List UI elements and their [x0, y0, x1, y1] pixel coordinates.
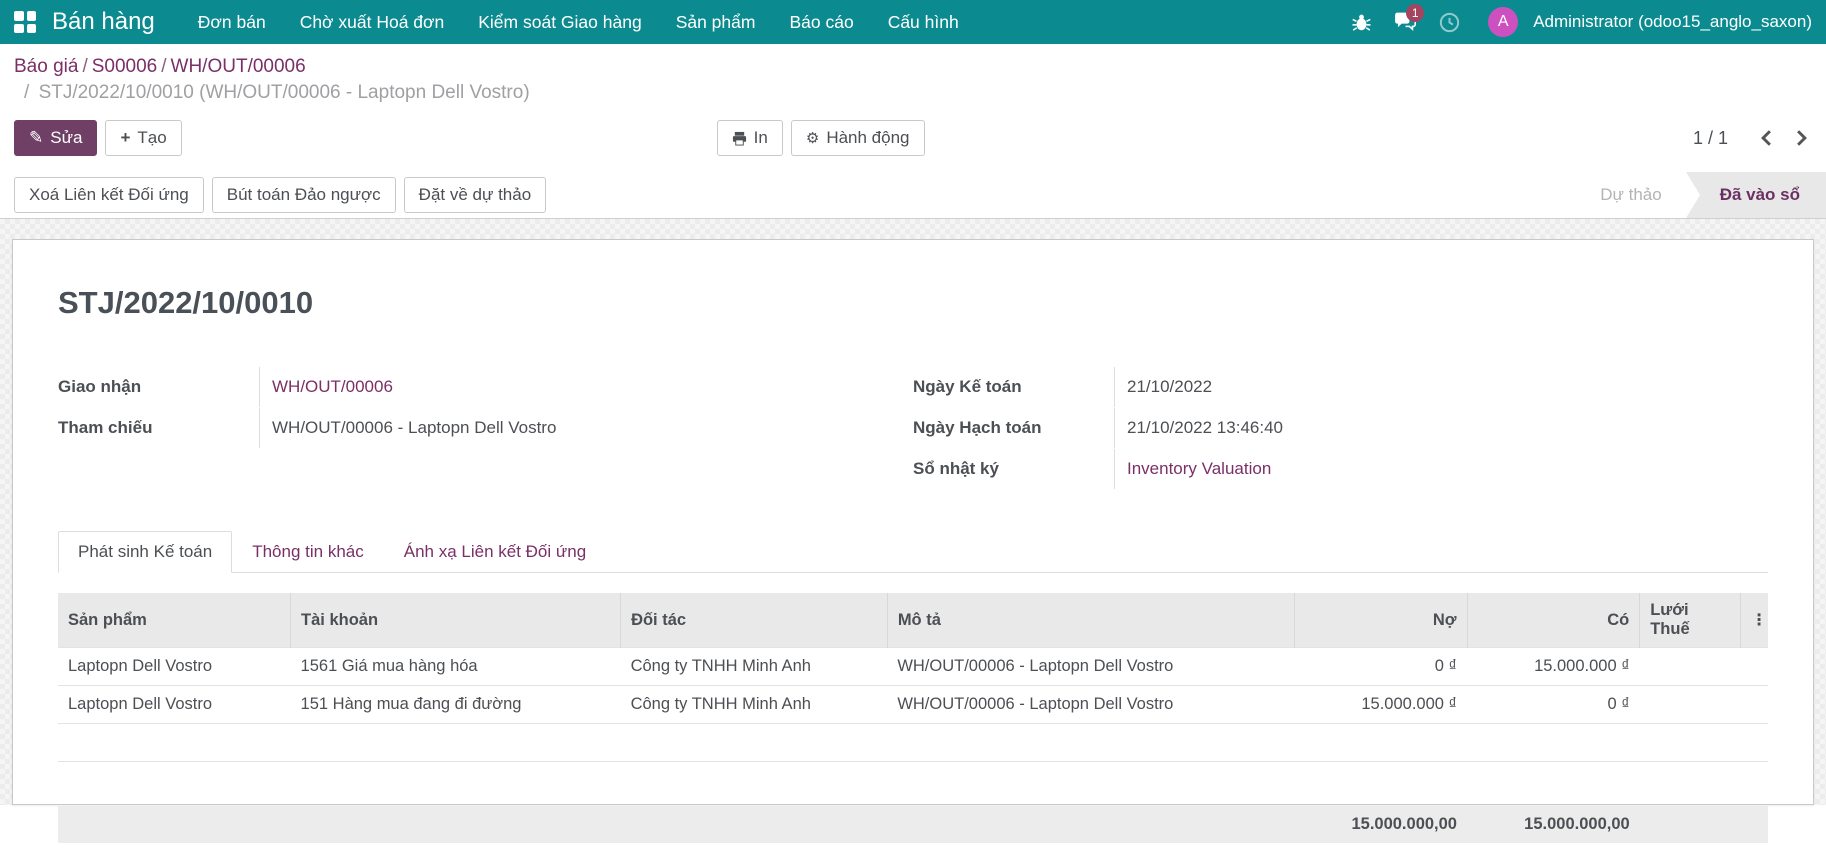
pager-previous-icon[interactable] — [1756, 125, 1777, 151]
form-view-background: STJ/2022/10/0010 Giao nhận WH/OUT/00006 … — [0, 219, 1826, 805]
column-header-partner[interactable]: Đối tác — [621, 593, 888, 648]
gear-icon: ⚙ — [806, 129, 819, 147]
field-value-tham-chieu: WH/OUT/00006 - Laptopn Dell Vostro — [259, 408, 845, 448]
activities-clock-icon[interactable] — [1430, 0, 1468, 44]
pager-count: 1 / 1 — [1693, 128, 1728, 149]
column-header-debit[interactable]: Nợ — [1294, 593, 1467, 648]
pager-next-icon[interactable] — [1791, 125, 1812, 151]
total-debit: 15.000.000,00 — [1294, 806, 1467, 843]
nav-item-bao-cao[interactable]: Báo cáo — [772, 0, 870, 44]
document-title: STJ/2022/10/0010 — [58, 285, 1768, 321]
field-value-ngay-hach-toan: 21/10/2022 13:46:40 — [1114, 408, 1768, 448]
top-navbar: Bán hàng Đơn bán Chờ xuất Hoá đơn Kiểm s… — [0, 0, 1826, 44]
nav-item-cau-hinh[interactable]: Cấu hình — [871, 0, 976, 44]
table-header-row: Sản phẩm Tài khoản Đối tác Mô tả Nợ Có L… — [58, 593, 1768, 648]
user-menu[interactable]: Administrator (odoo15_anglo_saxon) — [1533, 12, 1812, 32]
optional-columns-icon[interactable]: ⋮ — [1741, 593, 1768, 648]
breadcrumb-current: STJ/2022/10/0010 (WH/OUT/00006 - Laptopn… — [39, 82, 530, 103]
stage-posted[interactable]: Đã vào sổ — [1686, 172, 1826, 218]
field-label-so-nhat-ky: Sổ nhật ký — [913, 459, 1114, 479]
nav-item-don-ban[interactable]: Đơn bán — [181, 0, 283, 44]
control-panel: Báo giá/S00006/WH/OUT/00006 / STJ/2022/1… — [0, 44, 1826, 156]
breadcrumb: Báo giá/S00006/WH/OUT/00006 / STJ/2022/1… — [14, 54, 1812, 106]
column-header-tax[interactable]: Lưới Thuế — [1640, 593, 1741, 648]
plus-icon: + — [120, 128, 130, 148]
column-header-label[interactable]: Mô tả — [887, 593, 1294, 648]
action-button[interactable]: ⚙Hành động — [791, 120, 925, 156]
field-value-giao-nhan[interactable]: WH/OUT/00006 — [272, 377, 393, 396]
message-count-badge: 1 — [1406, 4, 1424, 22]
button-bar: ✎Sửa +Tạo In ⚙Hành động 1 / 1 — [14, 120, 1812, 156]
pencil-icon: ✎ — [29, 128, 43, 148]
messages-icon[interactable]: 1 — [1386, 0, 1424, 44]
tab-anh-xa-lien-ket-doi-ung[interactable]: Ánh xạ Liên kết Đối ứng — [384, 531, 606, 573]
field-value-ngay-ke-toan: 21/10/2022 — [1114, 367, 1768, 407]
field-label-giao-nhan: Giao nhận — [58, 377, 259, 397]
edit-button[interactable]: ✎Sửa — [14, 120, 97, 156]
field-label-tham-chieu: Tham chiếu — [58, 418, 259, 438]
column-header-credit[interactable]: Có — [1467, 593, 1640, 648]
nav-item-san-pham[interactable]: Sản phẩm — [659, 0, 773, 44]
table-row[interactable]: Laptopn Dell Vostro 151 Hàng mua đang đi… — [58, 686, 1768, 724]
table-totals-row: 15.000.000,00 15.000.000,00 — [58, 806, 1768, 843]
reverse-entry-button[interactable]: Bút toán Đảo ngược — [212, 177, 396, 213]
tab-phat-sinh-ke-toan[interactable]: Phát sinh Kế toán — [58, 531, 232, 573]
journal-items-table: Sản phẩm Tài khoản Đối tác Mô tả Nợ Có L… — [58, 593, 1768, 843]
app-brand[interactable]: Bán hàng — [52, 8, 155, 36]
field-value-so-nhat-ky[interactable]: Inventory Valuation — [1127, 459, 1271, 478]
total-credit: 15.000.000,00 — [1467, 806, 1640, 843]
table-spacer — [58, 762, 1768, 806]
user-avatar[interactable]: A — [1488, 7, 1518, 37]
field-label-ngay-ke-toan: Ngày Kế toán — [913, 377, 1114, 397]
reset-to-draft-button[interactable]: Đặt về dự thảo — [404, 177, 547, 213]
breadcrumb-wh-out[interactable]: WH/OUT/00006 — [171, 56, 306, 77]
breadcrumb-s00006[interactable]: S00006 — [92, 56, 158, 77]
table-empty-row — [58, 724, 1768, 762]
tab-thong-tin-khac[interactable]: Thông tin khác — [232, 531, 384, 573]
debug-bug-icon[interactable] — [1342, 0, 1380, 44]
stage-draft[interactable]: Dự thảo — [1576, 172, 1685, 218]
apps-menu-icon[interactable] — [14, 11, 36, 33]
column-header-product[interactable]: Sản phẩm — [58, 593, 291, 648]
table-row[interactable]: Laptopn Dell Vostro 1561 Giá mua hàng hó… — [58, 648, 1768, 686]
statusbar: Dự thảo Đã vào sổ — [1576, 172, 1826, 218]
statusbar-row: Xoá Liên kết Đối ứng Bút toán Đảo ngược … — [0, 172, 1826, 219]
nav-item-kiem-soat-giao-hang[interactable]: Kiểm soát Giao hàng — [461, 0, 658, 44]
printer-icon — [732, 131, 747, 146]
column-header-account[interactable]: Tài khoản — [291, 593, 621, 648]
field-group-right: Ngày Kế toán 21/10/2022 Ngày Hạch toán 2… — [913, 366, 1768, 489]
breadcrumb-bao-gia[interactable]: Báo giá — [14, 56, 78, 77]
field-label-ngay-hach-toan: Ngày Hạch toán — [913, 418, 1114, 438]
nav-item-cho-xuat-hoa-don[interactable]: Chờ xuất Hoá đơn — [283, 0, 462, 44]
form-sheet: STJ/2022/10/0010 Giao nhận WH/OUT/00006 … — [12, 239, 1814, 805]
notebook-tabs: Phát sinh Kế toán Thông tin khác Ánh xạ … — [58, 531, 1768, 573]
create-button[interactable]: +Tạo — [105, 120, 181, 156]
print-button[interactable]: In — [717, 120, 783, 156]
delete-reconciliation-button[interactable]: Xoá Liên kết Đối ứng — [14, 177, 204, 213]
pager: 1 / 1 — [1693, 125, 1812, 151]
field-group-left: Giao nhận WH/OUT/00006 Tham chiếu WH/OUT… — [58, 366, 845, 489]
